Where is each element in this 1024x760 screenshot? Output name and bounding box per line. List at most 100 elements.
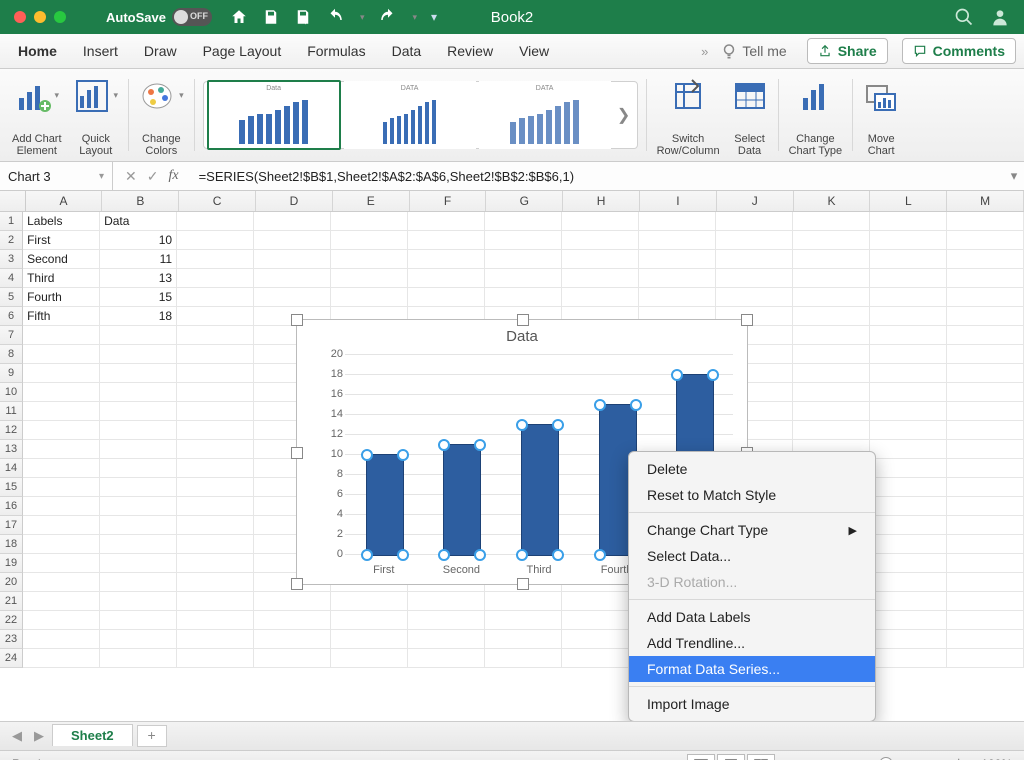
- formula-expand-icon[interactable]: ▾: [1004, 168, 1024, 184]
- cell[interactable]: [23, 516, 100, 535]
- cell[interactable]: [793, 421, 870, 440]
- row-header[interactable]: 13: [0, 440, 23, 459]
- cell[interactable]: [870, 231, 947, 250]
- more-tabs-icon[interactable]: »: [701, 44, 708, 59]
- cell[interactable]: [485, 231, 562, 250]
- cell[interactable]: [947, 250, 1024, 269]
- cell[interactable]: [947, 402, 1024, 421]
- cell[interactable]: [947, 307, 1024, 326]
- cell[interactable]: [870, 478, 947, 497]
- cell[interactable]: 13: [100, 269, 177, 288]
- cell[interactable]: [331, 250, 408, 269]
- row-header[interactable]: 8: [0, 345, 23, 364]
- row-header[interactable]: 11: [0, 402, 23, 421]
- cell[interactable]: [793, 307, 870, 326]
- row-header[interactable]: 19: [0, 554, 23, 573]
- cell[interactable]: [870, 269, 947, 288]
- cell[interactable]: [254, 250, 331, 269]
- row-header[interactable]: 6: [0, 307, 23, 326]
- cell[interactable]: [408, 212, 485, 231]
- cell[interactable]: [639, 231, 716, 250]
- spreadsheet-grid[interactable]: A B C D E F G H I J K L M 1LabelsData2Fi…: [0, 191, 1024, 721]
- cell[interactable]: [793, 345, 870, 364]
- cell[interactable]: [408, 649, 485, 668]
- cell[interactable]: [23, 459, 100, 478]
- cell[interactable]: [177, 402, 254, 421]
- cell[interactable]: [23, 383, 100, 402]
- cell[interactable]: [254, 630, 331, 649]
- cell[interactable]: [485, 250, 562, 269]
- cell[interactable]: [870, 402, 947, 421]
- zoom-out-button[interactable]: −: [789, 755, 798, 760]
- cell[interactable]: [254, 212, 331, 231]
- cell[interactable]: [331, 649, 408, 668]
- cell[interactable]: [947, 345, 1024, 364]
- col-header[interactable]: G: [486, 191, 563, 211]
- row-header[interactable]: 9: [0, 364, 23, 383]
- cell[interactable]: [23, 611, 100, 630]
- cell[interactable]: [100, 573, 177, 592]
- cell[interactable]: [23, 573, 100, 592]
- cell[interactable]: [100, 478, 177, 497]
- cell[interactable]: [331, 269, 408, 288]
- cell[interactable]: [331, 212, 408, 231]
- page-layout-view-button[interactable]: [717, 754, 745, 760]
- cell[interactable]: [947, 364, 1024, 383]
- tell-me[interactable]: Tell me: [720, 42, 786, 60]
- cell[interactable]: [870, 364, 947, 383]
- cell[interactable]: [100, 326, 177, 345]
- cell[interactable]: [793, 269, 870, 288]
- cell[interactable]: [485, 592, 562, 611]
- cell[interactable]: [870, 630, 947, 649]
- cell[interactable]: [177, 649, 254, 668]
- cell[interactable]: [870, 307, 947, 326]
- cell[interactable]: [793, 326, 870, 345]
- cell[interactable]: [23, 345, 100, 364]
- cell[interactable]: [177, 250, 254, 269]
- chart-style-next[interactable]: ❯: [614, 105, 634, 125]
- cell[interactable]: [100, 554, 177, 573]
- cell[interactable]: [254, 649, 331, 668]
- cell[interactable]: [177, 212, 254, 231]
- cell[interactable]: [177, 269, 254, 288]
- tab-home[interactable]: Home: [8, 37, 67, 65]
- tab-draw[interactable]: Draw: [134, 37, 187, 65]
- save-icon[interactable]: [262, 8, 280, 26]
- row-header[interactable]: 20: [0, 573, 23, 592]
- tab-review[interactable]: Review: [437, 37, 503, 65]
- select-all-corner[interactable]: [0, 191, 26, 211]
- cell[interactable]: [485, 649, 562, 668]
- row-header[interactable]: 7: [0, 326, 23, 345]
- cell[interactable]: [177, 364, 254, 383]
- ctx-import-image[interactable]: Import Image: [629, 691, 875, 717]
- close-window-button[interactable]: [14, 11, 26, 23]
- cell[interactable]: Third: [23, 269, 100, 288]
- cell[interactable]: [870, 421, 947, 440]
- cell[interactable]: [408, 288, 485, 307]
- cell[interactable]: [177, 478, 254, 497]
- row-header[interactable]: 23: [0, 630, 23, 649]
- cell[interactable]: [870, 345, 947, 364]
- cell[interactable]: [100, 345, 177, 364]
- undo-dropdown[interactable]: ▾: [360, 12, 365, 23]
- cell[interactable]: [793, 212, 870, 231]
- resize-handle[interactable]: [291, 447, 303, 459]
- cell[interactable]: [100, 383, 177, 402]
- cell[interactable]: [177, 630, 254, 649]
- cell[interactable]: [177, 611, 254, 630]
- fx-icon[interactable]: fx: [168, 168, 178, 184]
- cell[interactable]: [23, 402, 100, 421]
- cell[interactable]: [177, 307, 254, 326]
- cell[interactable]: [23, 649, 100, 668]
- cell[interactable]: Fourth: [23, 288, 100, 307]
- ctx-select-data[interactable]: Select Data...: [629, 543, 875, 569]
- row-header[interactable]: 14: [0, 459, 23, 478]
- cell[interactable]: [947, 440, 1024, 459]
- chart-style-3[interactable]: DATA: [479, 81, 611, 149]
- account-icon[interactable]: [990, 7, 1010, 27]
- redo-dropdown[interactable]: ▾: [413, 12, 418, 23]
- save-as-icon[interactable]: [294, 8, 312, 26]
- tab-view[interactable]: View: [509, 37, 559, 65]
- col-header[interactable]: C: [179, 191, 256, 211]
- cell[interactable]: [408, 269, 485, 288]
